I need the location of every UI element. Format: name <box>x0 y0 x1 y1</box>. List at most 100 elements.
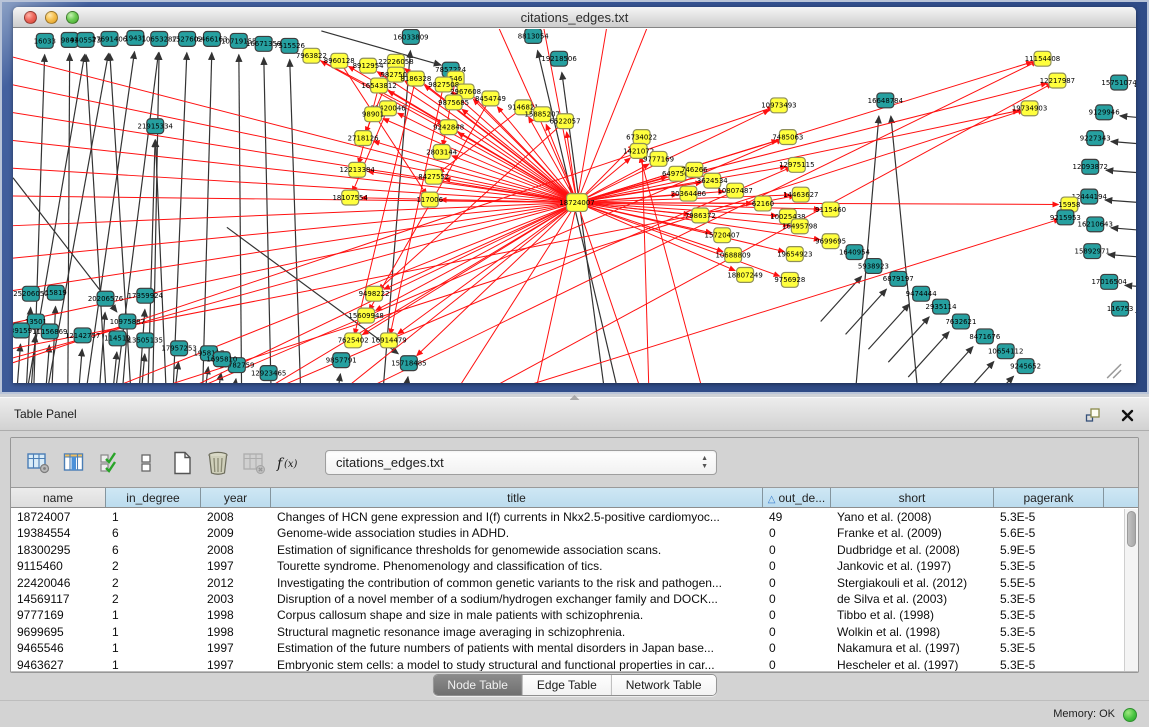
column-header-title[interactable]: title <box>271 488 763 507</box>
table-selector[interactable]: citations_edges.txt ▲▼ <box>325 450 717 475</box>
table-options-button[interactable] <box>23 447 53 479</box>
scrollbar-thumb[interactable] <box>1127 511 1136 547</box>
table-cell: Genome-wide association studies in ADHD. <box>271 525 763 541</box>
graph-node[interactable]: 7632621 <box>945 314 976 329</box>
tab-node-table[interactable]: Node Table <box>433 675 523 695</box>
tab-network-table[interactable]: Network Table <box>612 675 716 695</box>
graph-node[interactable]: 13505135 <box>128 333 163 348</box>
table-cell: 1 <box>106 607 201 623</box>
graph-node[interactable]: 6734022 <box>626 130 657 145</box>
column-header-in_degree[interactable]: in_degree <box>106 488 201 507</box>
table-row[interactable]: 1938455462009Genome-wide association stu… <box>11 525 1124 541</box>
graph-node[interactable]: 2803144 <box>426 145 458 160</box>
graph-node[interactable]: 7625402 <box>338 333 369 348</box>
table-row[interactable]: 946362711997Embryonic stem cells: a mode… <box>11 657 1124 672</box>
svg-text:14463627: 14463627 <box>783 191 818 199</box>
memory-status-led-icon[interactable] <box>1123 708 1137 722</box>
table-scrollbar[interactable] <box>1124 509 1138 672</box>
graph-node[interactable]: 9115460 <box>815 202 846 217</box>
zoom-window-button[interactable] <box>66 11 79 24</box>
graph-node[interactable]: 20206576 <box>88 291 123 306</box>
graph-node[interactable]: 19654923 <box>777 247 812 262</box>
graph-node[interactable]: 9227343 <box>1080 131 1111 146</box>
graph-node[interactable]: 17957253 <box>161 341 196 356</box>
graph-node[interactable]: 9474444 <box>906 286 938 301</box>
delete-column-button[interactable] <box>203 447 233 479</box>
graph-node[interactable]: 7485063 <box>772 130 803 145</box>
table-row[interactable]: 969969511998Structural magnetic resonanc… <box>11 624 1124 640</box>
network-canvas[interactable]: 1603398419405573276914061943110653287152… <box>13 29 1136 383</box>
graph-node[interactable]: 62160 <box>752 196 774 211</box>
graph-node[interactable]: 17016504 <box>1091 274 1127 289</box>
graph-node[interactable]: 16033 <box>34 33 56 48</box>
graph-node[interactable]: 5938923 <box>858 259 889 274</box>
new-column-button[interactable] <box>167 447 197 479</box>
graph-node[interactable]: 9699695 <box>815 234 846 249</box>
close-window-button[interactable] <box>24 11 37 24</box>
graph-node[interactable]: 1640954 <box>839 245 871 260</box>
table-cell: Estimation of significance thresholds fo… <box>271 542 763 558</box>
show-column-button[interactable] <box>59 447 89 479</box>
graph-node[interactable]: 9129946 <box>1089 105 1120 120</box>
svg-text:1640954: 1640954 <box>839 248 871 256</box>
table-row[interactable]: 1456911722003Disruption of a novel membe… <box>11 591 1124 607</box>
table-row[interactable]: 911546021997Tourette syndrome. Phenomeno… <box>11 558 1124 574</box>
float-window-button[interactable] <box>1083 405 1103 425</box>
graph-node[interactable]: 12213384 <box>339 162 375 177</box>
graph-node[interactable]: 16210643 <box>1078 217 1113 232</box>
graph-node[interactable]: 8471676 <box>969 329 1000 344</box>
graph-node[interactable]: 9756928 <box>774 272 805 287</box>
graph-node[interactable]: 12923465 <box>251 366 286 381</box>
table-row[interactable]: 946554611997Estimation of the future num… <box>11 640 1124 656</box>
graph-node[interactable]: 17359924 <box>128 288 164 303</box>
graph-node[interactable]: 16033809 <box>393 29 428 44</box>
table-cell: 18300295 <box>11 542 106 558</box>
graph-node[interactable]: 116753 <box>1107 301 1134 316</box>
graph-node[interactable]: 15718485 <box>391 356 426 371</box>
close-panel-button[interactable] <box>1117 405 1137 425</box>
table-cell: 1997 <box>201 640 271 656</box>
graph-node[interactable]: 19218506 <box>541 51 576 66</box>
delete-table-button[interactable] <box>239 447 269 479</box>
graph-node[interactable]: 16648784 <box>868 93 904 108</box>
graph-node[interactable]: 10975887 <box>110 314 145 329</box>
svg-text:17016504: 17016504 <box>1091 278 1127 286</box>
table-row[interactable]: 2242004622012Investigating the contribut… <box>11 575 1124 591</box>
column-header-name[interactable]: name <box>11 488 106 507</box>
tab-edge-table[interactable]: Edge Table <box>523 675 612 695</box>
graph-node[interactable]: 6879197 <box>883 271 914 286</box>
column-header-out_de[interactable]: △out_de... <box>763 488 831 507</box>
graph-node[interactable]: 9245652 <box>1010 359 1041 374</box>
row-height-button[interactable] <box>131 447 161 479</box>
network-titlebar[interactable]: citations_edges.txt <box>13 7 1136 28</box>
table-row[interactable]: 977716911998Corpus callosum shape and si… <box>11 607 1124 623</box>
graph-node[interactable]: 11154408 <box>1025 51 1060 66</box>
graph-node[interactable]: 15892971 <box>1075 244 1110 259</box>
select-columns-button[interactable] <box>95 447 125 479</box>
graph-node[interactable]: 15819 <box>45 285 67 300</box>
graph-node[interactable]: 15720407 <box>705 228 740 243</box>
graph-node[interactable]: 10973493 <box>761 98 796 113</box>
graph-node[interactable]: 10807487 <box>717 183 752 198</box>
graph-node[interactable]: 18107554 <box>333 190 369 205</box>
table-row[interactable]: 1830029562008Estimation of significance … <box>11 542 1124 558</box>
graph-node[interactable]: 14463627 <box>783 187 818 202</box>
table-row[interactable]: 1872400712008Changes of HCN gene express… <box>11 509 1124 525</box>
column-header-year[interactable]: year <box>201 488 271 507</box>
column-header-short[interactable]: short <box>831 488 994 507</box>
graph-node[interactable]: 10654112 <box>988 344 1023 359</box>
graph-node[interactable]: 39159 <box>13 323 32 338</box>
minimize-window-button[interactable] <box>45 11 58 24</box>
column-header-pagerank[interactable]: pagerank <box>994 488 1104 507</box>
graph-node[interactable]: 98901 <box>362 107 384 122</box>
graph-node[interactable]: 15751074 <box>1101 75 1136 90</box>
graph-node[interactable]: 19734903 <box>1012 101 1047 116</box>
graph-node[interactable]: 12217987 <box>1040 73 1075 88</box>
graph-node[interactable]: 21915334 <box>138 119 174 134</box>
graph-node[interactable]: 2718126 <box>348 131 379 146</box>
panel-divider-grip[interactable] <box>570 395 580 400</box>
function-builder-button[interactable]: f (x) <box>275 447 305 479</box>
graph-node[interactable]: 12093872 <box>1073 159 1108 174</box>
graph-node[interactable]: 8960128 <box>324 53 355 68</box>
graph-node[interactable]: 2935114 <box>926 299 958 314</box>
